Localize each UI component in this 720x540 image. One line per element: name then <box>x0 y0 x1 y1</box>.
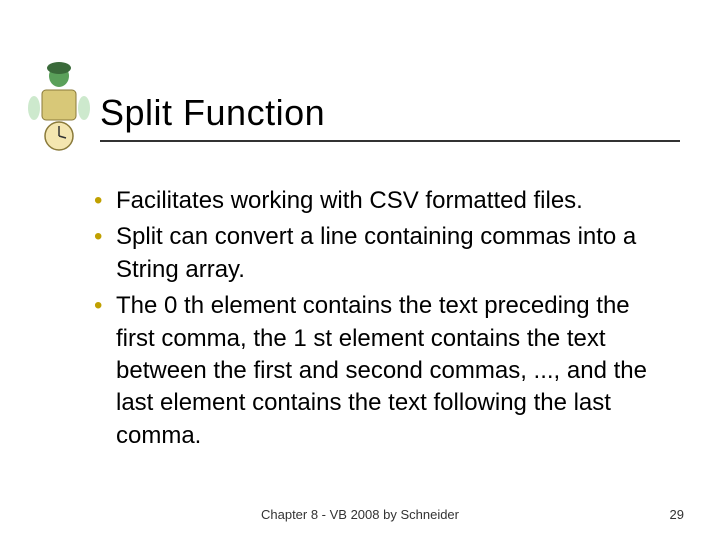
slide: Split Function Facilitates working with … <box>0 0 720 540</box>
list-item: Facilitates working with CSV formatted f… <box>88 185 663 217</box>
clock-figure-icon <box>22 58 97 153</box>
title-underline <box>100 140 680 142</box>
footer-text: Chapter 8 - VB 2008 by Schneider <box>0 507 720 522</box>
list-item: The 0 th element contains the text prece… <box>88 290 663 452</box>
title-block: Split Function <box>100 92 680 142</box>
slide-title: Split Function <box>100 92 680 134</box>
list-item: Split can convert a line containing comm… <box>88 221 663 286</box>
page-number: 29 <box>670 507 684 522</box>
bullet-list: Facilitates working with CSV formatted f… <box>88 185 663 456</box>
logo-graphic <box>22 58 97 153</box>
